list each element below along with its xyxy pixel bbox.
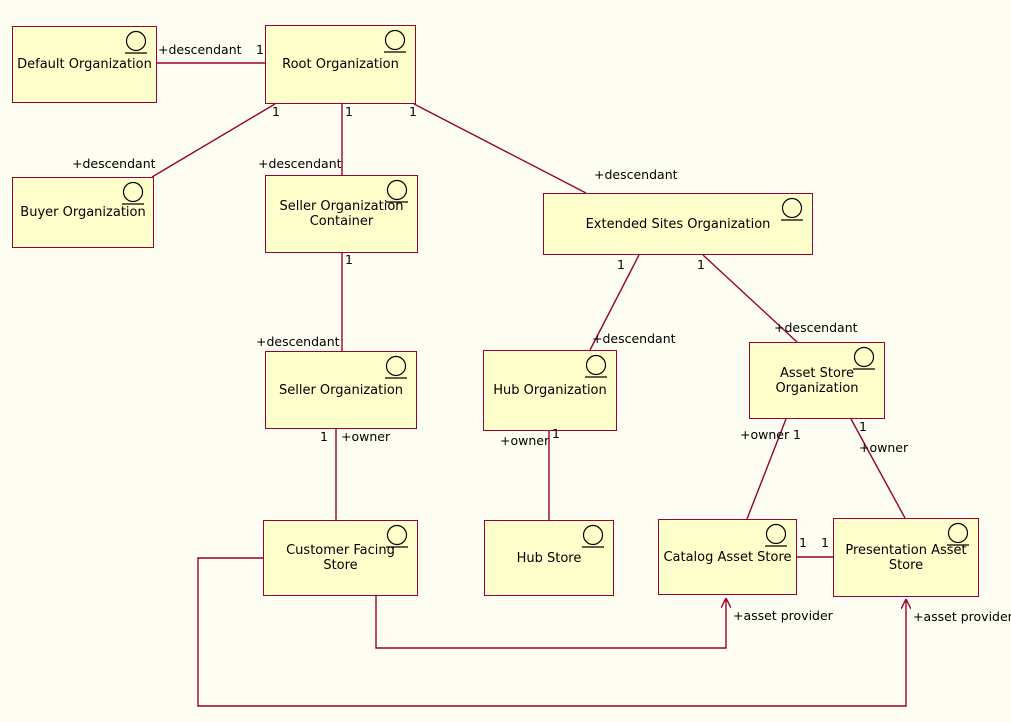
multiplicity: 1	[617, 257, 625, 272]
uml-diagram-canvas: Default Organization Root Organization B…	[0, 0, 1011, 722]
uml-entity-icon	[947, 522, 969, 546]
edge-label-asset-provider: +asset provider	[733, 608, 833, 623]
multiplicity: 1	[793, 427, 801, 442]
edge-label-owner: +owner	[859, 440, 909, 455]
uml-entity-icon	[781, 197, 803, 221]
node-hub-store[interactable]: Hub Store	[484, 520, 614, 596]
node-label: Catalog Asset Store	[663, 549, 792, 565]
edge-label-descendant: +descendant	[72, 156, 156, 171]
uml-entity-icon	[386, 524, 408, 548]
edge-label-owner: +owner	[341, 429, 391, 444]
node-label: Default Organization	[17, 57, 152, 72]
uml-entity-icon	[765, 523, 787, 547]
edge-label-descendant: +descendant	[594, 167, 678, 182]
uml-entity-icon	[125, 30, 147, 54]
node-label: Hub Organization	[493, 383, 607, 398]
edge-label-descendant: +descendant	[774, 320, 858, 335]
edge-label-owner: +owner	[500, 433, 550, 448]
node-seller-organization[interactable]: Seller Organization	[265, 351, 417, 429]
multiplicity: 1	[320, 429, 328, 444]
multiplicity: 1	[552, 426, 560, 441]
edge-root-to-buyer	[151, 103, 276, 178]
edge-label-descendant: +descendant	[158, 42, 242, 57]
multiplicity: 1	[272, 104, 280, 119]
uml-entity-icon	[122, 181, 144, 205]
edge-root-to-extendedsites	[413, 103, 587, 194]
uml-entity-icon	[385, 355, 407, 379]
multiplicity: 1	[697, 257, 705, 272]
node-seller-organization-container[interactable]: Seller Organization Container	[265, 175, 418, 253]
multiplicity: 1	[345, 104, 353, 119]
multiplicity: 1	[859, 419, 867, 434]
uml-entity-icon	[386, 179, 408, 203]
node-root-organization[interactable]: Root Organization	[265, 25, 416, 104]
uml-entity-icon	[582, 524, 604, 548]
multiplicity: 1	[256, 42, 264, 57]
multiplicity: 1	[799, 535, 807, 550]
edge-label-asset-provider: +asset provider	[913, 609, 1011, 624]
node-label: Root Organization	[282, 57, 399, 72]
node-customer-facing-store[interactable]: Customer Facing Store	[263, 520, 418, 596]
node-default-organization[interactable]: Default Organization	[12, 26, 157, 103]
edge-label-descendant: +descendant	[258, 156, 342, 171]
node-label: Hub Store	[516, 550, 582, 566]
edge-customerfacing-to-catalog-assetprovider	[375, 596, 726, 649]
node-hub-organization[interactable]: Hub Organization	[483, 350, 617, 431]
node-label: Buyer Organization	[20, 205, 146, 220]
edge-label-owner: +owner	[740, 427, 790, 442]
node-label: Seller Organization	[278, 382, 404, 398]
node-presentation-asset-store[interactable]: Presentation Asset Store	[833, 518, 979, 597]
node-label: Extended Sites Organization	[585, 216, 771, 232]
uml-entity-icon	[384, 29, 406, 53]
node-buyer-organization[interactable]: Buyer Organization	[12, 177, 154, 248]
multiplicity: 1	[345, 252, 353, 267]
node-catalog-asset-store[interactable]: Catalog Asset Store	[658, 519, 797, 595]
multiplicity: 1	[821, 535, 829, 550]
node-extended-sites-organization[interactable]: Extended Sites Organization	[543, 193, 813, 255]
edge-label-descendant: +descendant	[592, 331, 676, 346]
uml-entity-icon	[853, 346, 875, 370]
node-asset-store-organization[interactable]: Asset Store Organization	[749, 342, 885, 419]
multiplicity: 1	[409, 104, 417, 119]
edge-label-descendant: +descendant	[256, 334, 340, 349]
uml-entity-icon	[585, 354, 607, 378]
